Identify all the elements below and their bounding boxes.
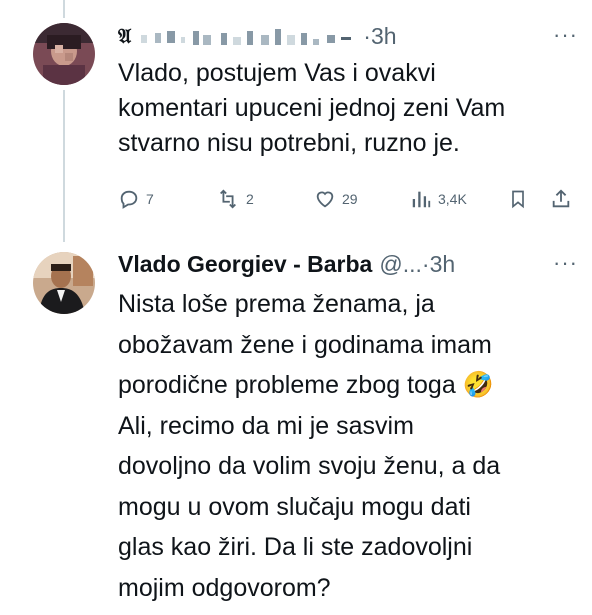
avatar[interactable]: [33, 23, 95, 85]
author-name-redacted: [141, 22, 363, 50]
tweet-header: Vlado Georgiev - Barba @... · 3h: [118, 250, 456, 278]
thread-line: [63, 0, 65, 18]
views-icon: [410, 188, 432, 210]
author-handle[interactable]: @...: [379, 250, 422, 278]
tweet-actions: 7 2 29 3,4K: [118, 188, 578, 218]
views-button[interactable]: 3,4K: [410, 188, 467, 210]
text-line: stvarno nisu potrebni, ruzno je.: [118, 129, 460, 157]
text-line: dovoljno da volim svoju ženu, a da: [118, 452, 501, 480]
bookmark-button[interactable]: [508, 188, 528, 210]
reply-icon: [118, 188, 140, 210]
repost-icon: [216, 188, 240, 210]
text-line: glas kao žiri. Da li ste zadovoljni: [118, 533, 473, 561]
text-line: porodične probleme zbog toga 🤣: [118, 371, 494, 399]
author-name[interactable]: Vlado Georgiev - Barba: [118, 250, 372, 278]
heart-icon: [314, 188, 336, 210]
share-icon: [550, 188, 572, 210]
tweet-text: Nista loše prema ženama, ja obožavam žen…: [118, 284, 500, 608]
more-options-icon[interactable]: ···: [553, 22, 578, 48]
avatar[interactable]: [33, 252, 95, 314]
text-line: Vlado, postujem Vas i ovakvi: [118, 59, 436, 87]
tweet-header: 𝔄 · 3h: [118, 22, 397, 50]
text-line: Nista loše prema ženama, ja: [118, 290, 435, 318]
author-initial[interactable]: 𝔄: [118, 22, 131, 50]
text-line: mojim odgovorom?: [118, 573, 331, 602]
tweet-time[interactable]: 3h: [371, 22, 397, 50]
tweet-time[interactable]: 3h: [430, 250, 456, 278]
text-line: obožavam žene i godinama imam: [118, 330, 492, 359]
reply-button[interactable]: 7: [118, 188, 154, 210]
bookmark-icon: [508, 188, 528, 210]
like-button[interactable]: 29: [314, 188, 358, 210]
text-line: mogu u ovom slučaju mogu dati: [118, 492, 471, 521]
like-count: 29: [342, 191, 358, 207]
reply-count: 7: [146, 191, 154, 207]
views-count: 3,4K: [438, 191, 467, 207]
thread-line: [63, 90, 65, 242]
text-line: Ali, recimo da mi je sasvim: [118, 411, 414, 440]
more-options-icon[interactable]: ···: [553, 250, 578, 276]
tweet-text: Vlado, postujem Vas i ovakvi komentari u…: [118, 56, 505, 161]
repost-count: 2: [246, 191, 254, 207]
share-button[interactable]: [550, 188, 572, 210]
repost-button[interactable]: 2: [216, 188, 254, 210]
text-line: komentari upuceni jednoj zeni Vam: [118, 94, 506, 122]
